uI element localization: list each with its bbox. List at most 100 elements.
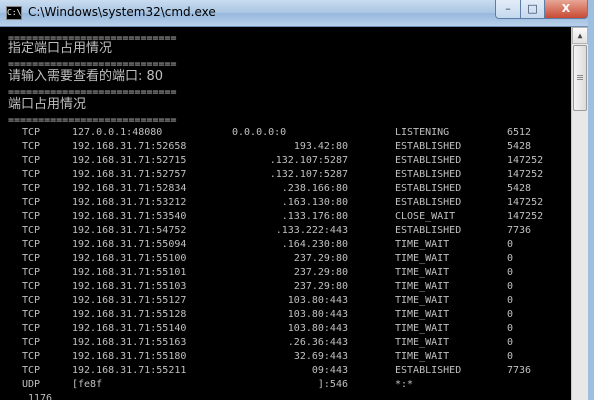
heading-port-usage: 指定端口占用情况: [8, 41, 113, 56]
table-row: TCP 192.168.31.71:55101 237.29:80 TIME_WAIT…: [0, 266, 571, 280]
state-cell: TIME_WAIT: [395, 351, 450, 362]
pid-cell: 0: [507, 309, 514, 320]
protocol-cell: TCP: [22, 267, 41, 278]
remote-address-cell: 103.80:443: [287, 295, 348, 306]
remote-address-cell: 193.42:80: [293, 141, 348, 152]
local-address-cell: 192.168.31.71:55101: [72, 267, 187, 278]
table-row: TCP 192.168.31.71:55140 103.80:443 TIME_WAI…: [0, 322, 571, 336]
pid-cell: 147252: [507, 155, 544, 166]
protocol-cell: TCP: [22, 197, 41, 208]
state-cell: LISTENING: [395, 127, 450, 138]
port-prompt: 请输入需要查看的端口: 80: [8, 69, 164, 84]
pid-cell: 0: [507, 295, 514, 306]
window-frame-right: [588, 0, 594, 400]
table-row: TCP 192.168.31.71:52658 193.42:80 ESTABLISH…: [0, 140, 571, 154]
local-address-cell: 192.168.31.71:52715: [72, 155, 187, 166]
remote-address-cell: 103.80:443: [287, 323, 348, 334]
remote-address-cell: 09:443: [311, 365, 348, 376]
protocol-cell: TCP: [22, 225, 41, 236]
window-title: C:\Windows\system32\cmd.exe: [28, 5, 216, 19]
vertical-scrollbar[interactable]: ▲: [571, 27, 588, 400]
table-row: TCP 192.168.31.71:53212 .163.130:80 ESTABLI…: [0, 196, 571, 210]
protocol-cell: UDP: [22, 379, 41, 390]
table-row: TCP 192.168.31.71:53540 .133.176:80 CLOSE_W…: [0, 210, 571, 224]
local-address-cell: 192.168.31.71:55163: [72, 337, 187, 348]
scrollbar-thumb[interactable]: [573, 45, 587, 111]
pid-cell: 0: [507, 281, 514, 292]
state-cell: *:*: [395, 379, 414, 390]
remote-address-cell: .164.230:80: [281, 239, 348, 250]
local-address-cell: 127.0.0.1:48080: [72, 127, 163, 138]
partial-line: 1176: [28, 393, 53, 400]
protocol-cell: TCP: [22, 295, 41, 306]
remote-address-cell: .133.176:80: [281, 211, 348, 222]
cmd-app-icon[interactable]: C:\: [6, 6, 22, 20]
scroll-up-arrow-icon[interactable]: ▲: [572, 27, 588, 44]
remote-address-cell: ]:546: [317, 379, 348, 390]
table-row: TCP 192.168.31.71:55100 237.29:80 TIME_WAIT…: [0, 252, 571, 266]
protocol-cell: TCP: [22, 281, 41, 292]
pid-cell: 147252: [507, 211, 544, 222]
local-address-cell: 192.168.31.71:55128: [72, 309, 187, 320]
state-cell: ESTABLISHED: [395, 197, 462, 208]
protocol-cell: TCP: [22, 239, 41, 250]
remote-address-cell: .133.222:443: [275, 225, 348, 236]
table-row: TCP 192.168.31.71:52834 .238.166:80 ESTABLI…: [0, 182, 571, 196]
remote-address-cell: 237.29:80: [293, 267, 348, 278]
protocol-cell: TCP: [22, 351, 41, 362]
state-cell: CLOSE_WAIT: [395, 211, 456, 222]
heading-port-status: 端口占用情况: [8, 97, 87, 112]
state-cell: ESTABLISHED: [395, 155, 462, 166]
state-cell: TIME_WAIT: [395, 337, 450, 348]
pid-cell: 5428: [507, 183, 532, 194]
state-cell: ESTABLISHED: [395, 169, 462, 180]
protocol-cell: TCP: [22, 365, 41, 376]
close-button[interactable]: X: [544, 0, 588, 19]
title-bar[interactable]: C:\ C:\Windows\system32\cmd.exe – □ X: [0, 0, 594, 27]
table-row: TCP 192.168.31.71:55127 103.80:443 TIME_WAI…: [0, 294, 571, 308]
state-cell: TIME_WAIT: [395, 239, 450, 250]
table-row: TCP 192.168.31.71:55163 .26.36:443 TIME_WAI…: [0, 336, 571, 350]
local-address-cell: 192.168.31.71:55100: [72, 253, 187, 264]
local-address-cell: 192.168.31.71:52658: [72, 141, 187, 152]
table-row: TCP 192.168.31.71:54752 .133.222:443 ESTABL…: [0, 224, 571, 238]
local-address-cell: 192.168.31.71:55140: [72, 323, 187, 334]
minimize-button[interactable]: –: [495, 0, 521, 19]
local-address-cell: 192.168.31.71:53212: [72, 197, 187, 208]
table-row: TCP 192.168.31.71:55103 237.29:80 TIME_WAIT…: [0, 280, 571, 294]
remote-address-cell: 32.69:443: [293, 351, 348, 362]
state-cell: ESTABLISHED: [395, 141, 462, 152]
cmd-window: C:\ C:\Windows\system32\cmd.exe – □ X ==…: [0, 0, 594, 400]
local-address-cell: [fe8f: [72, 379, 103, 390]
protocol-cell: TCP: [22, 155, 41, 166]
remote-address-cell: 0.0.0.0:0: [232, 127, 287, 138]
protocol-cell: TCP: [22, 169, 41, 180]
pid-cell: 147252: [507, 197, 544, 208]
protocol-cell: TCP: [22, 253, 41, 264]
console-output[interactable]: ============================ 指定端口占用情况 ==…: [0, 27, 571, 400]
local-address-cell: 192.168.31.71:55211: [72, 365, 187, 376]
table-row: TCP 192.168.31.71:55128 103.80:443 TIME_WAI…: [0, 308, 571, 322]
remote-address-cell: 237.29:80: [293, 253, 348, 264]
remote-address-cell: 237.29:80: [293, 281, 348, 292]
table-row: TCP 192.168.31.71:52715 .132.107:5287 ESTAB…: [0, 154, 571, 168]
pid-cell: 0: [507, 337, 514, 348]
pid-cell: 0: [507, 239, 514, 250]
remote-address-cell: .238.166:80: [281, 183, 348, 194]
maximize-button[interactable]: □: [520, 0, 545, 19]
protocol-cell: TCP: [22, 337, 41, 348]
pid-cell: 7736: [507, 225, 532, 236]
state-cell: TIME_WAIT: [395, 267, 450, 278]
local-address-cell: 192.168.31.71:53540: [72, 211, 187, 222]
table-row: TCP 127.0.0.1:48080 0.0.0.0:0 LISTENING 6512: [0, 126, 571, 140]
remote-address-cell: .26.36:443: [287, 337, 348, 348]
pid-cell: 7736: [507, 365, 532, 376]
pid-cell: 6512: [507, 127, 532, 138]
local-address-cell: 192.168.31.71:55094: [72, 239, 187, 250]
state-cell: ESTABLISHED: [395, 225, 462, 236]
remote-address-cell: .163.130:80: [281, 197, 348, 208]
protocol-cell: TCP: [22, 141, 41, 152]
protocol-cell: TCP: [22, 211, 41, 222]
state-cell: ESTABLISHED: [395, 183, 462, 194]
local-address-cell: 192.168.31.71:55103: [72, 281, 187, 292]
